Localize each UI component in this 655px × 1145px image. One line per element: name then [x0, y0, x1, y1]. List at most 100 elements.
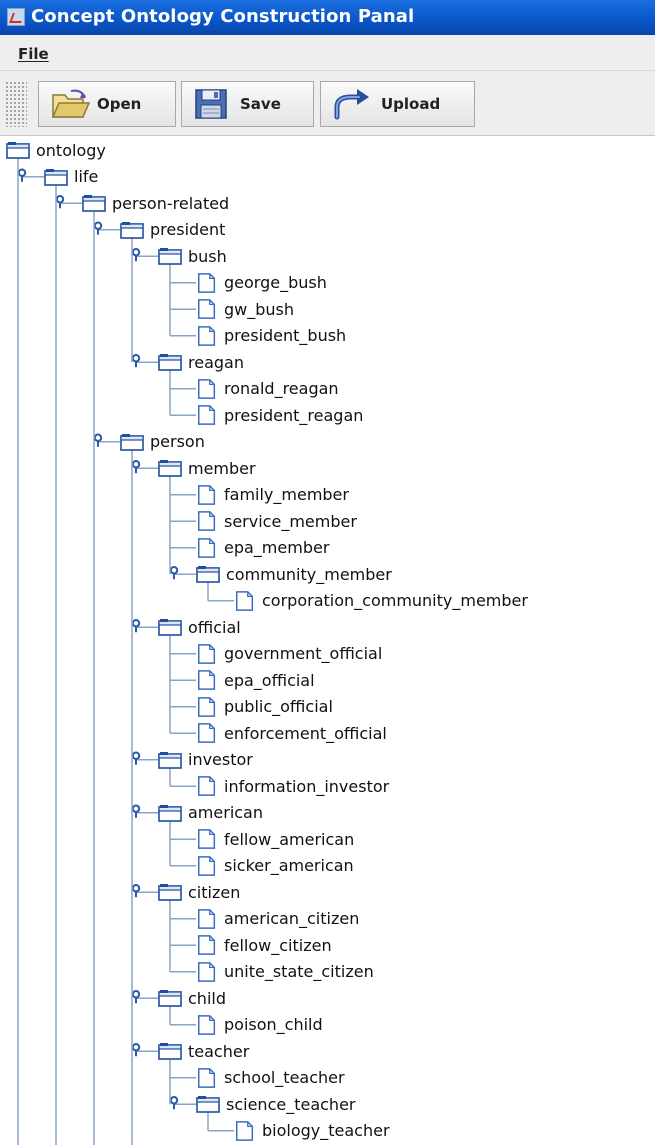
menu-bar: File: [0, 35, 655, 71]
upload-button[interactable]: Upload: [320, 81, 475, 127]
tree-node-label: community_member: [226, 564, 392, 584]
tree-node-label: family_member: [224, 485, 349, 504]
tree-node-label: american_citizen: [224, 909, 360, 928]
tree-folder-node[interactable]: investor: [158, 747, 253, 773]
tree-node-label: science_teacher: [226, 1094, 356, 1114]
tree-node-label: epa_official: [224, 670, 315, 690]
folder-icon: [158, 751, 182, 769]
tree-leaf-node[interactable]: american_citizen: [196, 906, 359, 932]
tree-leaf-node[interactable]: enforcement_official: [196, 720, 387, 746]
tree-node-label: president_bush: [224, 326, 347, 345]
tree-leaf-node[interactable]: ronald_reagan: [196, 376, 339, 402]
expand-collapse-toggle-icon[interactable]: [93, 221, 103, 235]
expand-collapse-toggle-icon[interactable]: [131, 804, 141, 818]
tree-folder-node[interactable]: reagan: [158, 349, 244, 375]
folder-icon: [158, 619, 182, 636]
menu-file[interactable]: File: [18, 45, 49, 63]
ontology-tree[interactable]: ontology life person-related president bush…: [0, 137, 655, 1145]
tree-node-label: enforcement_official: [224, 723, 387, 743]
folder-icon: [44, 168, 68, 186]
tree-node-label: bush: [188, 246, 227, 266]
tree-folder-node[interactable]: community_member: [196, 561, 392, 587]
tree-leaf-node[interactable]: government_official: [196, 641, 382, 667]
expand-collapse-toggle-icon[interactable]: [17, 168, 27, 182]
tree-node-label: child: [188, 988, 226, 1008]
tree-node-label: fellow_american: [224, 829, 355, 849]
toolbar-grip-handle[interactable]: [5, 81, 27, 127]
tree-leaf-node[interactable]: biology_teacher: [234, 1118, 390, 1144]
save-button[interactable]: Save: [181, 81, 314, 127]
tree-folder-node[interactable]: american: [158, 800, 263, 826]
tree-leaf-node[interactable]: gw_bush: [196, 296, 294, 322]
tree-leaf-node[interactable]: epa_member: [196, 535, 329, 561]
open-button[interactable]: Open: [38, 81, 176, 127]
tree-leaf-node[interactable]: service_member: [196, 508, 357, 534]
tree-folder-node[interactable]: person: [120, 429, 205, 455]
tree-leaf-node[interactable]: information_investor: [196, 773, 389, 799]
tree-folder-node[interactable]: official: [158, 614, 241, 640]
tree-node-label: president_reagan: [224, 405, 364, 425]
expand-collapse-toggle-icon[interactable]: [55, 195, 65, 209]
tree-root-label: ontology: [36, 140, 106, 160]
expand-collapse-toggle-icon[interactable]: [169, 1096, 179, 1110]
open-label: Open: [97, 95, 142, 113]
folder-icon: [158, 884, 182, 901]
tree-folder-node[interactable]: citizen: [158, 879, 240, 905]
folder-icon: [158, 248, 182, 265]
tree-leaf-node[interactable]: president_reagan: [196, 402, 363, 428]
tree-leaf-node[interactable]: poison_child: [196, 1012, 323, 1038]
expand-collapse-toggle-icon[interactable]: [131, 990, 141, 1004]
expand-collapse-toggle-icon[interactable]: [131, 1043, 141, 1057]
tree-node-label: person: [150, 432, 205, 451]
expand-collapse-toggle-icon[interactable]: [131, 619, 141, 633]
tree-leaf-node[interactable]: george_bush: [196, 270, 327, 296]
title-bar: Concept Ontology Construction Panal: [0, 0, 655, 35]
document-icon: [198, 776, 216, 796]
folder-icon: [120, 433, 144, 451]
tree-leaf-node[interactable]: unite_state_citizen: [196, 959, 374, 985]
tree-node-label: investor: [188, 750, 253, 769]
tree-folder-node[interactable]: science_teacher: [196, 1091, 355, 1117]
tree-leaf-node[interactable]: sicker_american: [196, 853, 354, 879]
tree-folder-node[interactable]: life: [44, 164, 98, 190]
tree-leaf-node[interactable]: fellow_american: [196, 826, 354, 852]
tree-leaf-node[interactable]: corporation_community_member: [234, 588, 528, 614]
folder-icon: [120, 221, 144, 239]
tree-node-label: president: [150, 220, 226, 239]
tree-folder-node[interactable]: member: [158, 455, 256, 481]
tree-leaf-node[interactable]: president_bush: [196, 323, 346, 349]
tree-node-label: ronald_reagan: [224, 379, 339, 398]
tree-root-node[interactable]: ontology: [6, 137, 106, 163]
tree-folder-node[interactable]: person-related: [82, 190, 229, 216]
folder-icon: [158, 804, 182, 822]
open-folder-icon: [51, 89, 91, 118]
tree-folder-node[interactable]: teacher: [158, 1038, 249, 1064]
tree-node-label: corporation_community_member: [262, 591, 528, 610]
tree-leaf-node[interactable]: school_teacher: [196, 1065, 345, 1091]
tree-node-label: george_bush: [224, 273, 327, 292]
tree-leaf-node[interactable]: family_member: [196, 482, 349, 508]
document-icon: [198, 537, 216, 558]
tree-node-label: public_official: [224, 697, 333, 716]
tree-leaf-node[interactable]: fellow_citizen: [196, 932, 332, 958]
document-icon: [236, 1120, 254, 1141]
folder-icon: [158, 1043, 182, 1060]
tree-node-label: information_investor: [224, 776, 390, 796]
expand-collapse-toggle-icon[interactable]: [93, 433, 103, 447]
folder-icon: [158, 460, 182, 477]
tree-node-label: school_teacher: [224, 1068, 345, 1087]
tree-leaf-node[interactable]: epa_official: [196, 667, 315, 693]
tree-folder-node[interactable]: bush: [158, 243, 227, 269]
expand-collapse-toggle-icon[interactable]: [131, 248, 141, 262]
tree-folder-node[interactable]: child: [158, 985, 226, 1011]
expand-collapse-toggle-icon[interactable]: [131, 354, 141, 368]
tree-node-label: teacher: [188, 1041, 250, 1061]
java-app-icon: [7, 8, 25, 26]
expand-collapse-toggle-icon[interactable]: [131, 751, 141, 765]
expand-collapse-toggle-icon[interactable]: [131, 460, 141, 474]
tree-node-label: fellow_citizen: [224, 935, 332, 955]
tree-folder-node[interactable]: president: [120, 217, 225, 243]
tree-leaf-node[interactable]: public_official: [196, 694, 333, 720]
expand-collapse-toggle-icon[interactable]: [169, 566, 179, 580]
expand-collapse-toggle-icon[interactable]: [131, 884, 141, 898]
